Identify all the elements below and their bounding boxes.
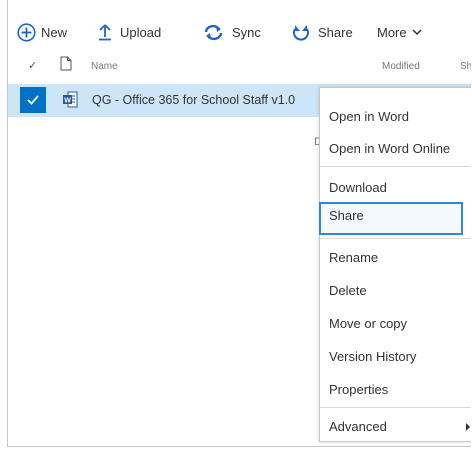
- list-header: ✓ Name Modified Sh: [8, 56, 471, 78]
- context-menu: Open in Word Open in Word Online Downloa…: [319, 87, 471, 442]
- sync-button[interactable]: Sync: [203, 18, 261, 46]
- command-bar: New Upload Sync Share More: [8, 18, 471, 46]
- menu-item-rename[interactable]: Rename: [320, 244, 471, 272]
- submenu-arrow-icon: [466, 423, 470, 431]
- select-all-checkbox[interactable]: ✓: [28, 59, 37, 72]
- menu-item-open-in-word-online[interactable]: Open in Word Online: [320, 135, 471, 163]
- plus-circle-icon: [17, 22, 36, 42]
- sync-label: Sync: [232, 24, 261, 40]
- menu-item-advanced[interactable]: Advanced: [320, 413, 471, 441]
- sync-icon: [203, 24, 224, 41]
- menu-item-download[interactable]: Download: [320, 174, 471, 202]
- svg-text:W: W: [64, 98, 71, 105]
- share-icon: [291, 23, 311, 42]
- menu-divider: [320, 166, 471, 167]
- upload-label: Upload: [120, 24, 162, 40]
- column-header-name[interactable]: Name: [91, 61, 118, 72]
- menu-item-move-or-copy[interactable]: Move or copy: [320, 310, 471, 338]
- menu-item-version-history[interactable]: Version History: [320, 343, 471, 371]
- upload-arrow-icon: [98, 23, 112, 41]
- share-button[interactable]: Share: [291, 18, 353, 46]
- more-label: More: [377, 24, 407, 40]
- document-type-icon: [60, 56, 72, 74]
- chevron-down-icon: [412, 28, 422, 36]
- menu-item-share[interactable]: Share: [319, 202, 463, 235]
- checkmark-icon: [27, 95, 39, 105]
- upload-button[interactable]: Upload: [98, 18, 161, 46]
- menu-divider: [320, 407, 471, 408]
- row-checkbox[interactable]: [20, 87, 46, 113]
- new-label: New: [41, 24, 68, 40]
- menu-item-delete[interactable]: Delete: [320, 277, 471, 305]
- word-document-icon: W: [63, 91, 78, 113]
- column-header-modified[interactable]: Modified: [382, 61, 420, 72]
- menu-item-properties[interactable]: Properties: [320, 376, 471, 404]
- more-button[interactable]: More: [377, 18, 422, 46]
- menu-item-open-in-word[interactable]: Open in Word: [320, 103, 471, 131]
- menu-divider: [320, 238, 471, 239]
- share-label: Share: [318, 24, 353, 40]
- new-button[interactable]: New: [17, 18, 67, 46]
- document-library: New Upload Sync Share More ✓ Name Modifi…: [7, 0, 471, 447]
- file-name-link[interactable]: QG - Office 365 for School Staff v1.0: [92, 93, 295, 107]
- column-header-sharing[interactable]: Sh: [460, 61, 471, 72]
